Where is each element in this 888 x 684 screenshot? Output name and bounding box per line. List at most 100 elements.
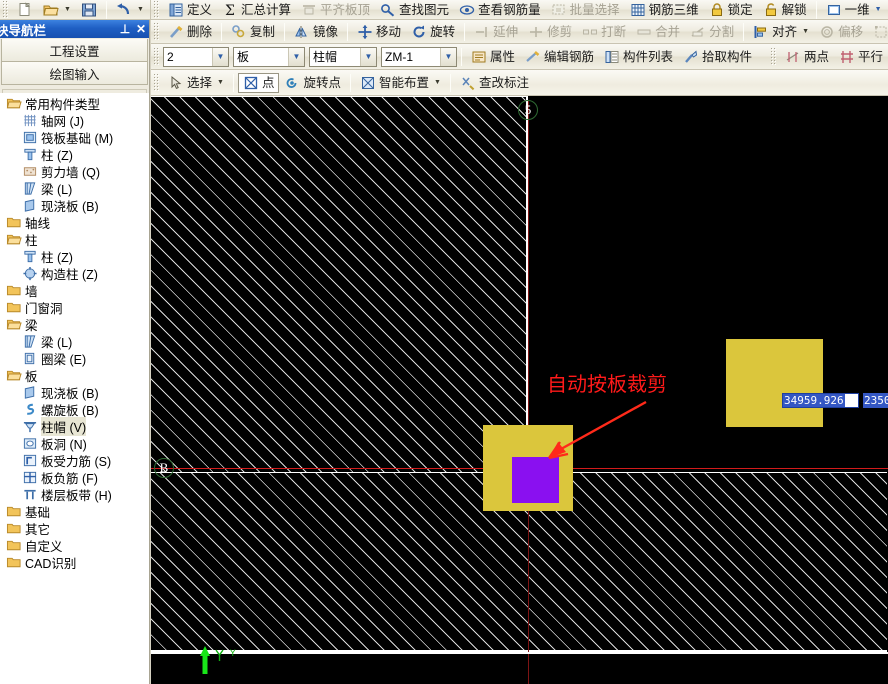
chevron-down-icon[interactable]: ▼ xyxy=(360,47,376,66)
parallel-button[interactable]: 平行 xyxy=(834,47,888,67)
chevron-down-icon[interactable]: ▼ xyxy=(288,47,304,66)
tree-item-m[interactable]: 筏板基础 (M) xyxy=(0,129,149,146)
pick-component-button[interactable]: 拾取构件 xyxy=(678,47,757,67)
mirror-button[interactable]: 镜像 xyxy=(289,22,343,42)
coordinate-input-y[interactable]: 23507 xyxy=(863,393,888,408)
floor-select[interactable]: 2 ▼ xyxy=(163,46,229,67)
find-element-button[interactable]: 查找图元 xyxy=(375,0,454,19)
stretch-button[interactable]: 拉伸 xyxy=(868,22,888,42)
tree-item-h[interactable]: 楼层板带 (H) xyxy=(0,486,149,503)
lock-button[interactable]: 锁定 xyxy=(704,0,758,19)
tree-item-q[interactable]: 剪力墙 (Q) xyxy=(0,163,149,180)
tree-item-[interactable]: 基础 xyxy=(0,503,149,520)
point-tool-button[interactable]: 点 xyxy=(237,72,280,93)
tree-item-e[interactable]: 圈梁 (E) xyxy=(0,350,149,367)
cursor-select-icon xyxy=(171,75,182,89)
pin-icon[interactable]: ⊥ xyxy=(117,22,133,36)
select-tool-caret[interactable]: ▼ xyxy=(217,79,224,86)
chevron-down-icon[interactable]: ▼ xyxy=(440,47,456,66)
edit-toolbar-grip[interactable] xyxy=(153,22,160,41)
merge-button[interactable]: 合并 xyxy=(631,22,685,42)
trim-button[interactable]: 修剪 xyxy=(523,22,577,42)
two-point-button[interactable]: 两点 xyxy=(780,47,834,67)
tree-item-s[interactable]: 板受力筋 (S) xyxy=(0,452,149,469)
tree-item-b[interactable]: 现浇板 (B) xyxy=(0,384,149,401)
coordinate-input-x[interactable]: 34959.926 xyxy=(782,393,859,408)
tree-item-label: 梁 xyxy=(25,319,38,333)
new-file-button[interactable] xyxy=(12,0,38,19)
copy-button[interactable]: 复制 xyxy=(226,22,280,42)
axis-label-5[interactable]: 5 xyxy=(518,100,538,120)
batch-select-button[interactable]: 批量选择 xyxy=(546,0,625,19)
tree-item-z[interactable]: 柱 (Z) xyxy=(0,248,149,265)
column-cap-element-right[interactable] xyxy=(726,339,823,427)
draw-toolbar-grip[interactable] xyxy=(153,73,160,92)
tree-item-[interactable]: 墙 xyxy=(0,282,149,299)
tree-item-[interactable]: 其它 xyxy=(0,520,149,537)
open-file-button[interactable]: ▼ xyxy=(38,0,76,19)
rebar-3d-button[interactable]: 钢筋三维 xyxy=(625,0,704,19)
chevron-down-icon[interactable]: ▼ xyxy=(212,47,228,66)
axis-label-b[interactable]: B xyxy=(154,458,174,478)
tree-item-b[interactable]: 螺旋板 (B) xyxy=(0,401,149,418)
align-caret[interactable]: ▼ xyxy=(802,28,809,35)
summary-calc-button[interactable]: Σ 汇总计算 xyxy=(217,0,296,19)
tree-item-v[interactable]: 柱帽 (V) xyxy=(0,417,149,436)
tree-item-[interactable]: 轴线 xyxy=(0,214,149,231)
define-button[interactable]: 定义 xyxy=(163,0,217,19)
tree-item-[interactable]: 自定义 xyxy=(0,537,149,554)
component-type-select[interactable]: 柱帽 ▼ xyxy=(309,46,377,67)
save-file-button[interactable] xyxy=(76,0,102,19)
align-slab-top-button[interactable]: 平齐板顶 xyxy=(296,0,375,19)
toolbar-grip[interactable] xyxy=(2,0,9,19)
tree-item-[interactable]: 常用构件类型 xyxy=(0,95,149,112)
tree-item-[interactable]: 板 xyxy=(0,367,149,384)
close-icon[interactable]: ✕ xyxy=(133,22,149,36)
one-dim-button[interactable]: 一维 ▼ xyxy=(821,0,887,19)
delete-button[interactable]: 删除 xyxy=(163,22,217,42)
one-dim-caret[interactable]: ▼ xyxy=(875,6,882,13)
tree-item-[interactable]: 柱 xyxy=(0,231,149,248)
drawing-canvas[interactable]: 5 B 自动按板裁剪 34959.926 23507 xyxy=(151,96,888,684)
tree-item-l[interactable]: 梁 (L) xyxy=(0,333,149,350)
split-button[interactable]: 分割 xyxy=(685,22,739,42)
tree-item-j[interactable]: 轴网 (J) xyxy=(0,112,149,129)
tree-item-b[interactable]: 现浇板 (B) xyxy=(0,197,149,214)
component-list-button[interactable]: 构件列表 xyxy=(599,47,678,67)
rotate-button[interactable]: 旋转 xyxy=(406,22,460,42)
smart-layout-button[interactable]: 智能布置 ▼ xyxy=(355,73,446,93)
tree-item-cad[interactable]: CAD识别 xyxy=(0,554,149,571)
edit-annotation-button[interactable]: 查改标注 xyxy=(455,73,534,93)
unlock-button[interactable]: 解锁 xyxy=(758,0,812,19)
view-rebar-button[interactable]: 查看钢筋量 xyxy=(454,0,546,19)
tree-item-[interactable]: 门窗洞 xyxy=(0,299,149,316)
tree-item-f[interactable]: 板负筋 (F) xyxy=(0,469,149,486)
component-name-select[interactable]: ZM-1 ▼ xyxy=(381,46,457,67)
undo-caret[interactable]: ▼ xyxy=(137,6,144,13)
undo-button[interactable]: ▼ xyxy=(111,0,149,19)
break-button[interactable]: 打断 xyxy=(577,22,631,42)
props-toolbar-grip-2[interactable] xyxy=(769,47,777,66)
tree-item-z[interactable]: 柱 (Z) xyxy=(0,146,149,163)
select-tool-button[interactable]: 选择 ▼ xyxy=(163,73,229,93)
properties-button[interactable]: 属性 xyxy=(466,47,520,67)
drawing-input-button[interactable]: 绘图输入 xyxy=(1,62,148,85)
main-toolbar-grip[interactable] xyxy=(153,0,160,19)
tree-item-label: 构造柱 (Z) xyxy=(41,268,98,282)
rotate-point-button[interactable]: 旋转点 xyxy=(279,73,346,93)
move-button[interactable]: 移动 xyxy=(352,22,406,42)
tree-item-l[interactable]: 梁 (L) xyxy=(0,180,149,197)
extend-button[interactable]: 延伸 xyxy=(469,22,523,42)
align-button[interactable]: 对齐 ▼ xyxy=(748,22,814,42)
props-toolbar-grip[interactable] xyxy=(153,47,160,66)
offset-button[interactable]: 偏移 xyxy=(814,22,868,42)
tree-item-z[interactable]: 构造柱 (Z) xyxy=(0,265,149,282)
edit-rebar-button[interactable]: 编辑钢筋 xyxy=(520,47,599,67)
smart-layout-caret[interactable]: ▼ xyxy=(434,79,441,86)
category-select[interactable]: 板 ▼ xyxy=(233,46,305,67)
open-file-caret[interactable]: ▼ xyxy=(64,6,71,13)
project-settings-button[interactable]: 工程设置 xyxy=(1,39,148,62)
component-tree[interactable]: 常用构件类型 轴网 (J) 筏板基础 (M) 柱 (Z) 剪力墙 (Q) 梁 (L) 现浇板… xyxy=(0,93,149,684)
tree-item-n[interactable]: 板洞 (N) xyxy=(0,435,149,452)
tree-item-[interactable]: 梁 xyxy=(0,316,149,333)
